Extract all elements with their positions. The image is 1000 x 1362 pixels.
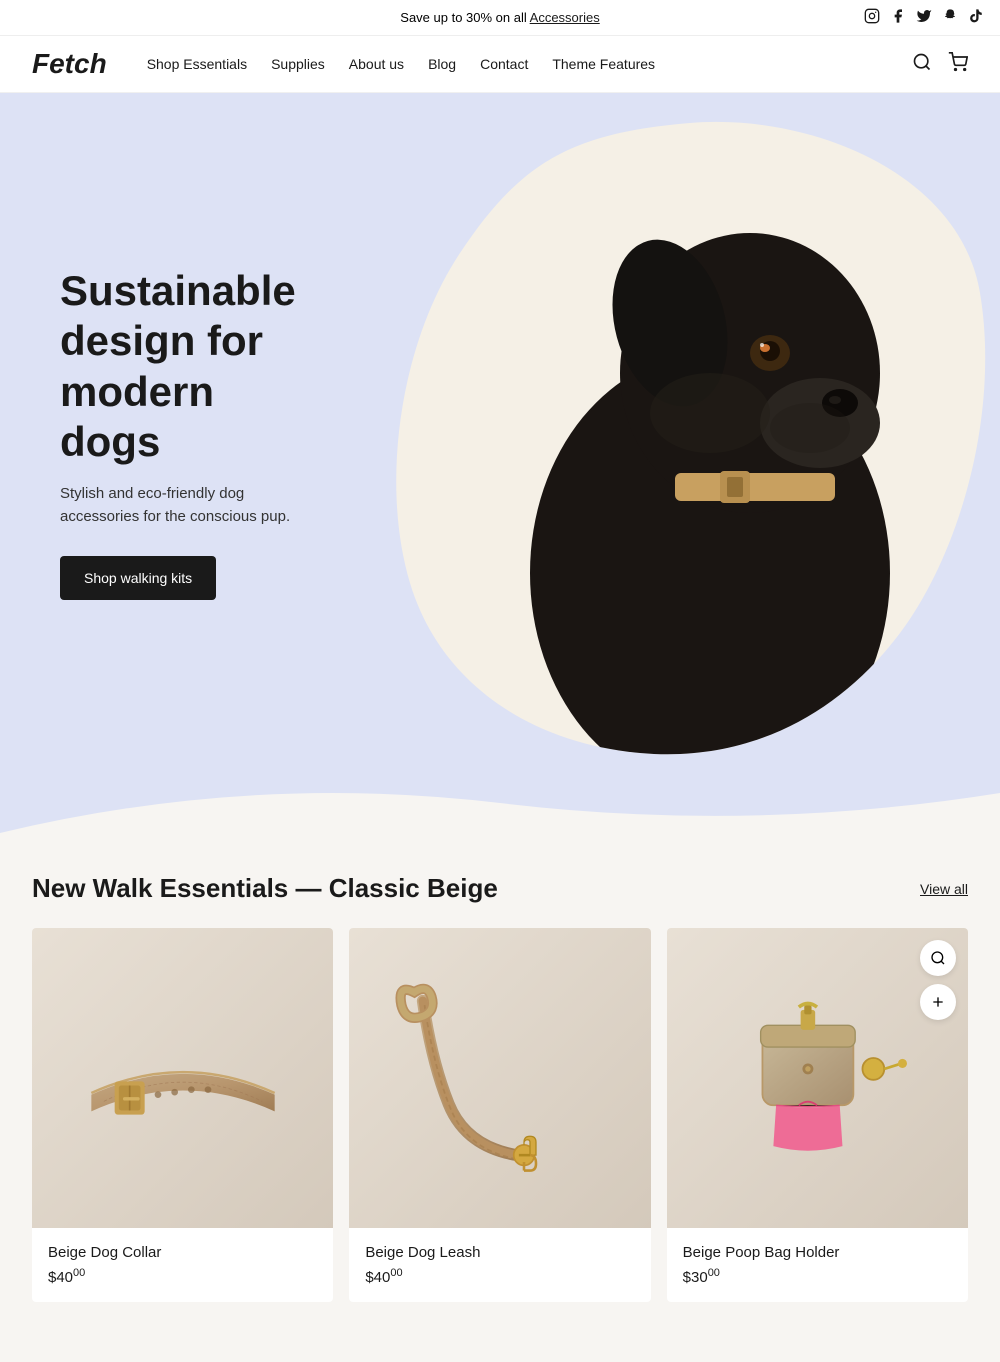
products-grid: Beige Dog Collar $4000 [32,928,968,1302]
quick-view-button[interactable] [920,940,956,976]
accessories-link[interactable]: Accessories [530,10,600,25]
snapchat-icon[interactable] [942,8,958,27]
hero-content: Sustainable design for modern dogs Styli… [0,206,380,661]
products-header: New Walk Essentials — Classic Beige View… [32,873,968,904]
product-card-poop-bag[interactable]: Beige Poop Bag Holder $3000 [667,928,968,1302]
announcement-bar: Save up to 30% on all Accessories [0,0,1000,36]
header-actions [912,52,968,77]
hero-title: Sustainable design for modern dogs [60,266,320,468]
leash-product-image [349,928,650,1228]
nav-blog[interactable]: Blog [428,56,456,72]
leash-product-info: Beige Dog Leash $4000 [349,1228,650,1302]
cart-button[interactable] [948,52,968,77]
announcement-static-text: Save up to 30% on all [400,10,529,25]
wave-divider [0,773,1000,833]
nav-supplies[interactable]: Supplies [271,56,325,72]
hero-blob-svg [380,93,1000,773]
hero-image-container [380,93,1000,773]
instagram-icon[interactable] [864,8,880,27]
main-nav: Shop Essentials Supplies About us Blog C… [147,56,912,72]
cart-icon [948,52,968,72]
poop-bag-product-price: $3000 [683,1267,952,1286]
poop-bag-product-info: Beige Poop Bag Holder $3000 [667,1228,968,1302]
magnify-icon [930,950,946,966]
product-card-collar[interactable]: Beige Dog Collar $4000 [32,928,333,1302]
poop-bag-svg [687,978,947,1178]
product-actions-poop-bag [920,940,956,1020]
collar-product-price: $4000 [48,1267,317,1286]
twitter-icon[interactable] [916,8,932,27]
shop-walking-kits-button[interactable]: Shop walking kits [60,556,216,600]
nav-contact[interactable]: Contact [480,56,528,72]
products-section-title: New Walk Essentials — Classic Beige [32,873,498,904]
leash-product-name: Beige Dog Leash [365,1244,634,1261]
header: Fetch Shop Essentials Supplies About us … [0,36,1000,93]
poop-bag-product-name: Beige Poop Bag Holder [683,1244,952,1261]
product-card-leash[interactable]: Beige Dog Leash $4000 [349,928,650,1302]
search-icon [912,52,932,72]
poop-bag-product-image [667,928,968,1228]
nav-shop-essentials[interactable]: Shop Essentials [147,56,247,72]
search-button[interactable] [912,52,932,77]
add-to-cart-button[interactable] [920,984,956,1020]
facebook-icon[interactable] [890,8,906,27]
products-section: New Walk Essentials — Classic Beige View… [0,833,1000,1362]
collar-product-name: Beige Dog Collar [48,1244,317,1261]
view-all-link[interactable]: View all [920,881,968,897]
collar-product-image [32,928,333,1228]
leash-svg [380,968,620,1188]
collar-svg [63,1003,303,1153]
hero-section: Sustainable design for modern dogs Styli… [0,93,1000,773]
announcement-text: Save up to 30% on all Accessories [400,10,599,25]
logo[interactable]: Fetch [32,48,107,80]
nav-theme-features[interactable]: Theme Features [552,56,655,72]
hero-subtitle: Stylish and eco-friendly dog accessories… [60,483,320,528]
leash-product-price: $4000 [365,1267,634,1286]
nav-about[interactable]: About us [349,56,404,72]
collar-product-info: Beige Dog Collar $4000 [32,1228,333,1302]
plus-icon [930,994,946,1010]
tiktok-icon[interactable] [968,8,984,27]
social-icons-group [600,8,984,27]
